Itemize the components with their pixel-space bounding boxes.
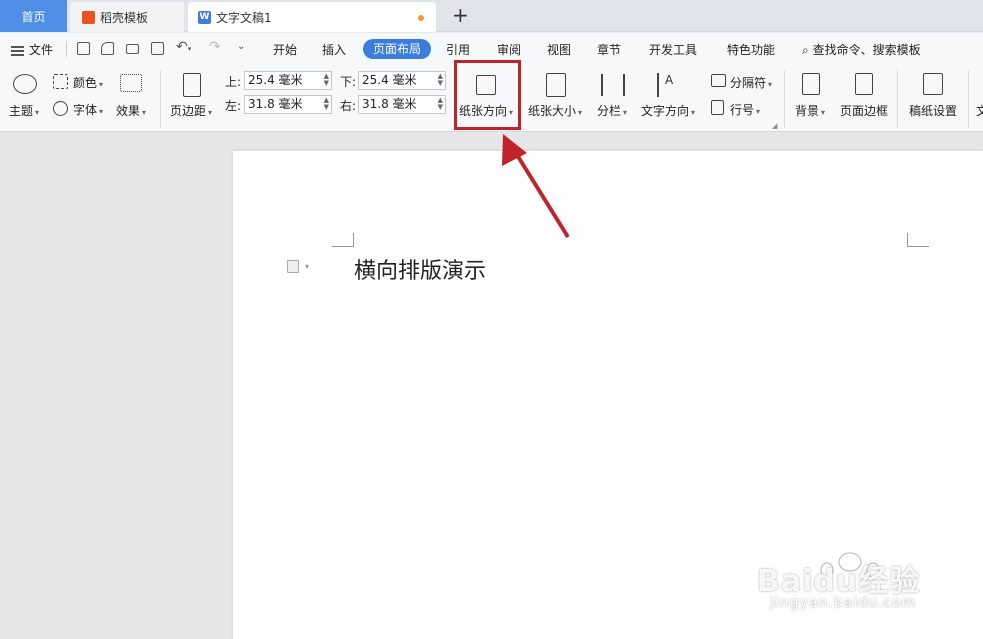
arrow-shaft [512,148,570,239]
watermark-logo: Baidu经验 [757,564,921,599]
watermark-url: jingyan.baidu.com [770,595,917,611]
